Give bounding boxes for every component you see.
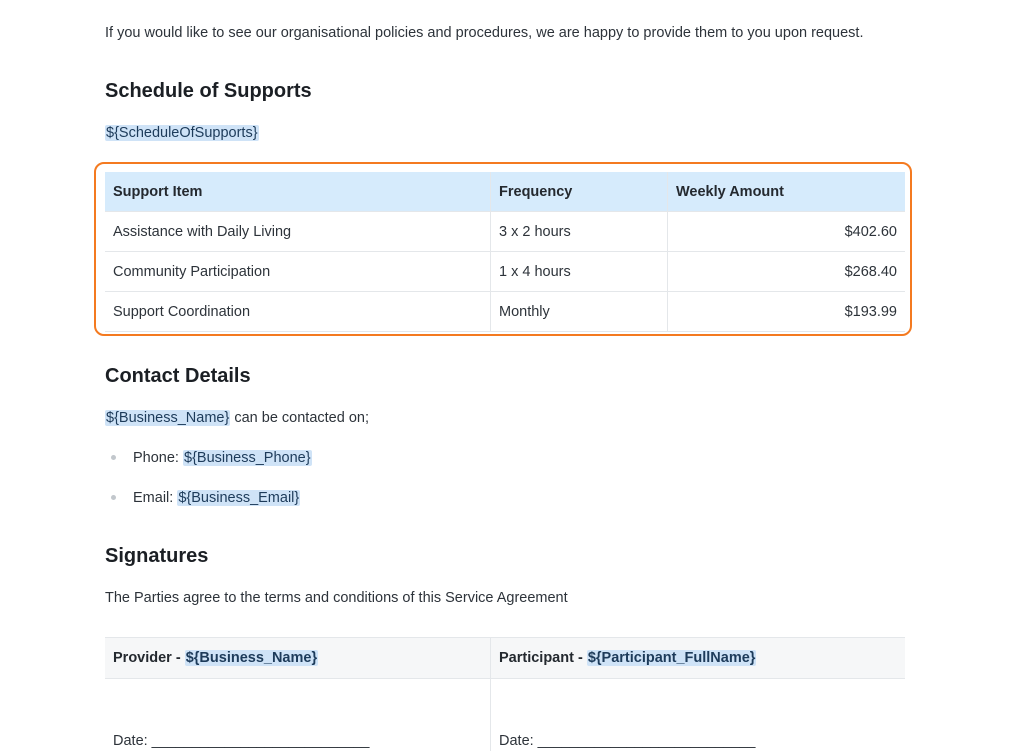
list-item-email: Email: ${Business_Email} [105, 489, 312, 529]
provider-header: Provider - ${Business_Name} [105, 638, 491, 679]
participant-variable[interactable]: ${Participant_FullName} [587, 650, 757, 666]
policies-paragraph: If you would like to see our organisatio… [105, 24, 864, 42]
signature-header-row: Provider - ${Business_Name} Participant … [105, 638, 905, 679]
schedule-highlight-outline [94, 162, 912, 336]
contact-heading: Contact Details [105, 364, 251, 388]
business-email-variable[interactable]: ${Business_Email} [177, 490, 300, 506]
contact-intro-line: ${Business_Name} can be contacted on; [105, 409, 369, 427]
signatures-heading: Signatures [105, 544, 208, 568]
signature-table: Provider - ${Business_Name} Participant … [105, 637, 905, 751]
participant-label: Participant - [499, 650, 587, 666]
schedule-heading: Schedule of Supports [105, 79, 312, 103]
provider-label: Provider - [113, 650, 185, 666]
business-name-variable[interactable]: ${Business_Name} [105, 410, 230, 426]
bullet-icon [111, 495, 116, 500]
contact-intro-text: can be contacted on; [230, 410, 369, 426]
signature-date-row: Date: ___________________________ Date: … [105, 679, 905, 751]
bullet-icon [111, 455, 116, 460]
provider-variable[interactable]: ${Business_Name} [185, 650, 318, 666]
participant-header: Participant - ${Participant_FullName} [491, 638, 906, 679]
phone-label: Phone: [133, 450, 183, 466]
business-phone-variable[interactable]: ${Business_Phone} [183, 450, 312, 466]
provider-date-line: Date: ___________________________ [105, 679, 491, 751]
participant-date-line: Date: ___________________________ [491, 679, 906, 751]
contact-list: Phone: ${Business_Phone} Email: ${Busine… [105, 449, 312, 529]
schedule-placeholder-line: ${ScheduleOfSupports} [105, 124, 259, 142]
list-item-phone: Phone: ${Business_Phone} [105, 449, 312, 489]
email-label: Email: [133, 490, 177, 506]
signatures-paragraph: The Parties agree to the terms and condi… [105, 589, 568, 607]
schedule-variable[interactable]: ${ScheduleOfSupports} [105, 125, 259, 141]
